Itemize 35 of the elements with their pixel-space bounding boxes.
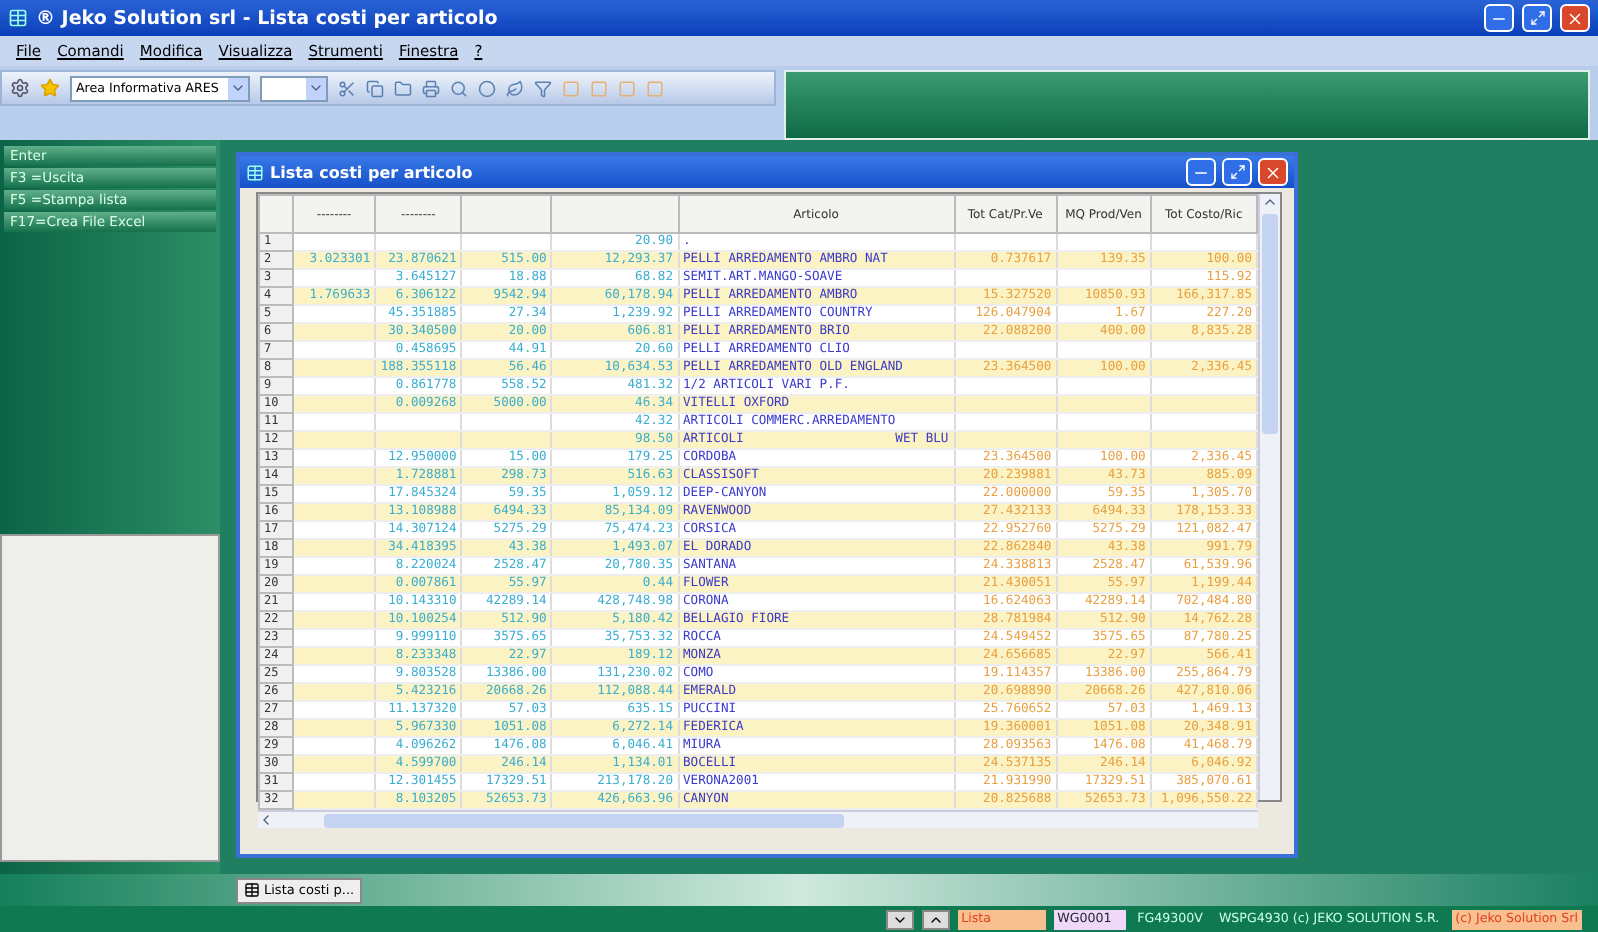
vertical-scrollbar[interactable] [1258,194,1280,800]
maximize-button[interactable] [1522,4,1552,32]
window-title: ® Jeko Solution srl - Lista costi per articolo [36,7,500,29]
window-title: Lista costi per articolo [270,163,475,181]
app-icon [8,8,28,28]
leaf-icon[interactable] [506,79,524,97]
dropdown-icon [308,80,324,96]
minimize-button[interactable] [1484,4,1514,32]
maximize-icon [1229,164,1245,180]
down-button[interactable] [885,909,914,929]
maximize-icon [1529,10,1545,26]
scissors-icon[interactable] [338,79,356,97]
column-header[interactable] [259,195,294,233]
close-icon [1264,163,1282,181]
up-button[interactable] [921,909,950,929]
window-icon [246,163,264,181]
filter-icon[interactable] [534,79,552,97]
dropdown-icon [230,80,246,96]
close-button[interactable] [1560,4,1590,32]
printer-icon[interactable] [422,79,440,97]
circle-icon[interactable] [478,79,496,97]
copy-icon[interactable] [366,79,384,97]
column-header[interactable] [551,195,678,233]
settings-icon[interactable] [10,78,30,98]
star-icon[interactable] [40,78,60,98]
window-icon [244,882,260,898]
column-header[interactable] [461,195,552,233]
close-button[interactable] [1258,158,1288,186]
maximize-button[interactable] [1222,158,1252,186]
minimize-button[interactable] [1186,158,1216,186]
search-icon[interactable] [450,79,468,97]
close-icon [1566,9,1584,27]
horizontal-scrollbar[interactable] [258,810,1258,828]
folder-icon[interactable] [394,79,412,97]
combo-box[interactable] [260,75,328,101]
